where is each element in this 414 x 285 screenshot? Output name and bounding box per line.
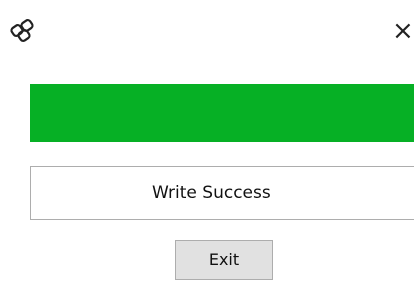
close-icon[interactable]: × xyxy=(392,16,414,46)
status-text: Write Success xyxy=(30,166,414,220)
progress-fill xyxy=(30,84,414,142)
exit-button[interactable]: Exit xyxy=(175,240,273,280)
progress-bar xyxy=(30,84,414,142)
chain-link-icon xyxy=(9,18,39,46)
